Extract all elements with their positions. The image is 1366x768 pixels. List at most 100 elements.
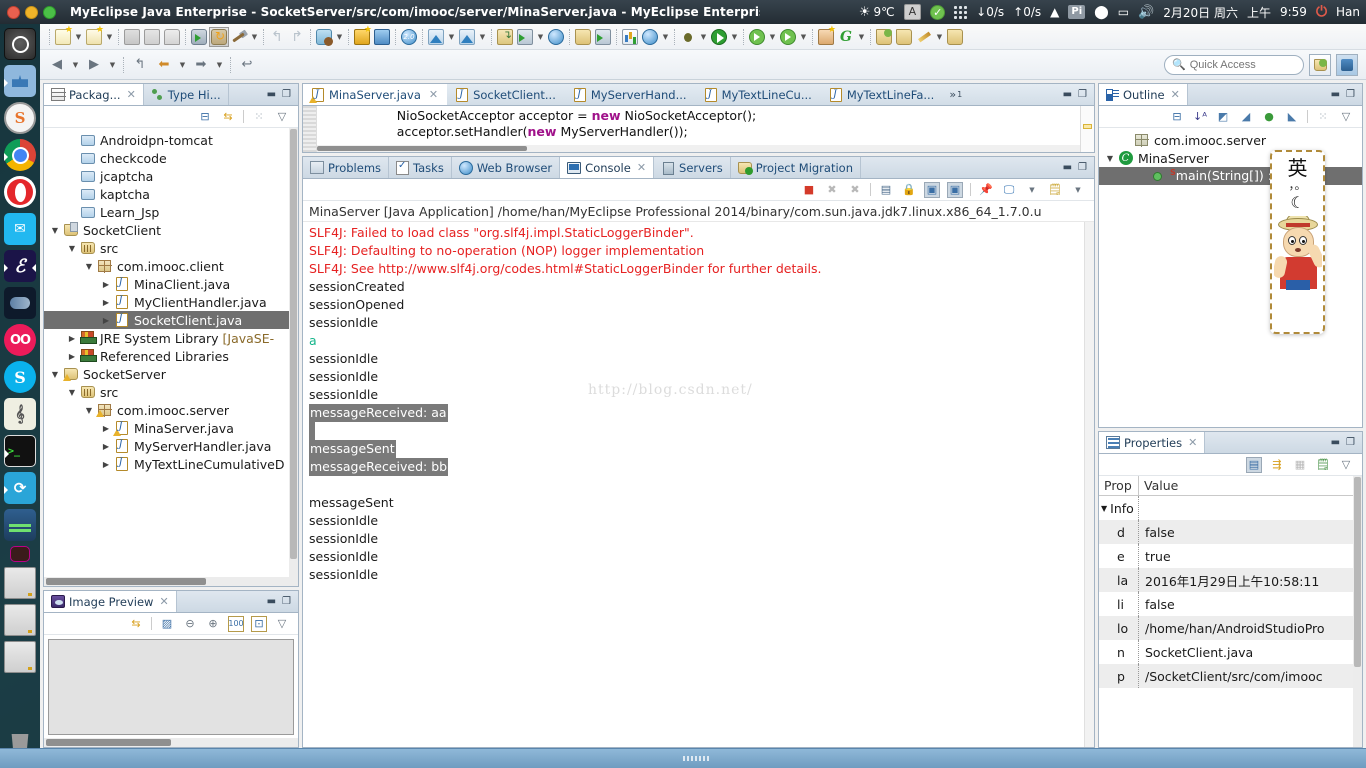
view-filters-icon[interactable]: ⁙ (251, 109, 267, 125)
chevron-down-icon[interactable] (1103, 154, 1117, 163)
new-property-icon[interactable]: 🗒 (1315, 457, 1331, 473)
minimize-icon[interactable]: ▬ (267, 89, 276, 100)
forward-nav-button[interactable]: ▶ (83, 54, 105, 76)
view-filters-icon[interactable]: ⁙ (1315, 109, 1331, 125)
export-dropdown[interactable]: ▼ (535, 27, 546, 47)
image-preview-hscrollbar[interactable] (44, 738, 298, 747)
save-all-button[interactable] (142, 27, 162, 47)
close-icon[interactable]: ✕ (429, 88, 438, 101)
display-selected-console-menu-icon[interactable]: ▼ (1024, 182, 1040, 198)
close-icon[interactable]: ✕ (637, 161, 646, 174)
editor-overview-ruler[interactable] (1080, 106, 1094, 152)
new-wizard-button[interactable] (53, 25, 73, 47)
debug-button[interactable] (678, 27, 698, 47)
run-mobile-button[interactable] (189, 27, 209, 47)
ime-mode-label[interactable]: 英 (1288, 157, 1308, 179)
properties-tabstrip[interactable]: Properties ✕ ▬ ❐ (1099, 432, 1362, 454)
image-preview-toolbar[interactable]: ⇆ ▨ ⊖ ⊕ 100 ⊡ ▽ (44, 613, 298, 635)
tab-web-browser[interactable]: Web Browser (452, 157, 561, 178)
last-edit-location-button[interactable]: ↩ (236, 54, 258, 76)
chevron-right-icon[interactable] (99, 280, 113, 289)
main-toolbar[interactable]: ▼ ▼ ▼ ↰ ↱ ▼ 2.0 ▼ ▼ (40, 24, 1366, 50)
zoom-in-icon[interactable]: ⊕ (205, 616, 221, 632)
close-icon[interactable]: ✕ (1171, 88, 1180, 101)
package-explorer-tree[interactable]: Androidpn-tomcat checkcode jcaptcha kaptcha… (44, 128, 298, 476)
launcher-item-music[interactable]: 𝄞 (4, 398, 36, 430)
chevron-right-icon[interactable] (65, 334, 79, 343)
outline-toolbar[interactable]: ⊟ ↓ᴬ ◩ ◢ ● ◣ ⁙ ▽ (1099, 106, 1362, 128)
open-type-button[interactable] (945, 27, 965, 47)
restore-default-icon[interactable]: ▦ (1292, 457, 1308, 473)
properties-row[interactable]: lo/home/han/AndroidStudioPro (1099, 616, 1362, 640)
tree-item[interactable]: MinaServer.java (44, 419, 298, 437)
customize-button[interactable] (914, 27, 934, 47)
new-diagram-dropdown[interactable]: ▼ (446, 27, 457, 47)
volume-icon[interactable]: 🔊 (1138, 5, 1154, 20)
moon-icon[interactable]: ☾ (1290, 193, 1304, 212)
chevron-down-icon[interactable] (82, 262, 96, 271)
date-label[interactable]: 2月20日 周六 (1163, 4, 1238, 21)
tree-item[interactable]: Learn_Jsp (44, 203, 298, 221)
console-output[interactable]: SLF4J: Failed to load class "org.slf4j.i… (303, 222, 1094, 747)
web-preview-button[interactable] (640, 27, 660, 47)
tree-item[interactable]: Referenced Libraries (44, 347, 298, 365)
collapse-all-icon[interactable]: ⊟ (1169, 109, 1185, 125)
show-console-on-error-icon[interactable]: ▣ (947, 181, 963, 198)
chevron-right-icon[interactable] (99, 460, 113, 469)
properties-row[interactable]: n SocketClient.java (1099, 640, 1362, 664)
view-menu-icon[interactable]: ▽ (1338, 109, 1354, 125)
view-menu-icon[interactable]: ▽ (274, 109, 290, 125)
tree-item[interactable]: MinaClient.java (44, 275, 298, 293)
link-with-editor-icon[interactable]: ⇆ (220, 109, 236, 125)
properties-row[interactable]: la 2016年1月29日上午10:58:11 (1099, 568, 1362, 592)
run-history-button[interactable] (778, 27, 798, 47)
tree-item[interactable]: MyTextLineCumulativeD (44, 455, 298, 473)
previous-annotation-button[interactable]: ↰ (129, 54, 151, 76)
run-dropdown[interactable]: ▼ (729, 27, 740, 47)
launcher-item-oo[interactable]: OO (4, 324, 36, 356)
tree-item[interactable]: src (44, 383, 298, 401)
package-explorer-hscrollbar[interactable] (44, 577, 298, 586)
image-preview-tabstrip[interactable]: Image Preview ✕ ▬ ❐ (44, 591, 298, 613)
resize-grip[interactable] (683, 756, 709, 761)
myeclipse-perspective-button[interactable] (1336, 53, 1358, 76)
launcher-item-mini[interactable] (10, 546, 30, 562)
chevron-down-icon[interactable] (65, 388, 79, 397)
launcher-item-ubuntu-dash[interactable] (4, 28, 36, 60)
keyboard-layout-indicator[interactable]: A (903, 4, 922, 20)
properties-table[interactable]: Prop Value ▼ Info d false e true la 2016年1月29日上… (1099, 476, 1362, 688)
console-toolbar[interactable]: ■ ✖ ✖ ▤ 🔒 ▣ ▣ 📌 🖵 ▼ 🗒 ▼ (303, 179, 1094, 201)
unity-launcher[interactable]: S ✉ ℰ OO S 𝄞 >_ ⟳ (0, 24, 40, 768)
build-button[interactable] (229, 27, 249, 47)
open-console-icon[interactable]: 🗒 (1047, 182, 1063, 198)
debug-dropdown[interactable]: ▼ (698, 27, 709, 47)
minimize-icon[interactable]: ▬ (1331, 89, 1340, 100)
database-explorer-button[interactable] (314, 27, 334, 47)
tree-item[interactable]: SocketClient (44, 221, 298, 239)
tab-package-explorer[interactable]: Packag... ✕ (44, 84, 144, 105)
tree-item[interactable]: kaptcha (44, 185, 298, 203)
run-server-dropdown[interactable]: ▼ (767, 27, 778, 47)
collapse-all-icon[interactable]: ⊟ (197, 109, 213, 125)
back-dropdown[interactable]: ▼ (177, 55, 188, 75)
window-close-button[interactable] (7, 5, 20, 19)
scroll-lock-icon[interactable]: 🔒 (901, 182, 917, 198)
new-wizard-dropdown[interactable]: ▼ (73, 27, 84, 47)
blue-component-button[interactable] (372, 27, 392, 47)
undo-button[interactable]: ↰ (267, 27, 287, 47)
launcher-item-wechat[interactable]: ✉ (4, 213, 36, 245)
build-dropdown[interactable]: ▼ (249, 27, 260, 47)
tree-item[interactable]: com.imooc.client (44, 257, 298, 275)
show-advanced-icon[interactable]: ⇶ (1269, 457, 1285, 473)
properties-row[interactable]: d false (1099, 520, 1362, 544)
open-perspective-toolbar-button[interactable] (1309, 53, 1331, 76)
database-dropdown[interactable]: ▼ (334, 27, 345, 47)
quick-access-input[interactable] (1189, 58, 1296, 71)
zoom-out-icon[interactable]: ⊖ (182, 616, 198, 632)
chevron-down-icon[interactable] (65, 244, 79, 253)
chevron-right-icon[interactable] (99, 442, 113, 451)
properties-row[interactable]: p/SocketClient/src/com/imooc (1099, 664, 1362, 688)
back-button[interactable]: ⬅ (153, 54, 175, 76)
close-icon[interactable]: ✕ (1188, 436, 1197, 449)
open-diagram-button[interactable] (457, 27, 477, 47)
